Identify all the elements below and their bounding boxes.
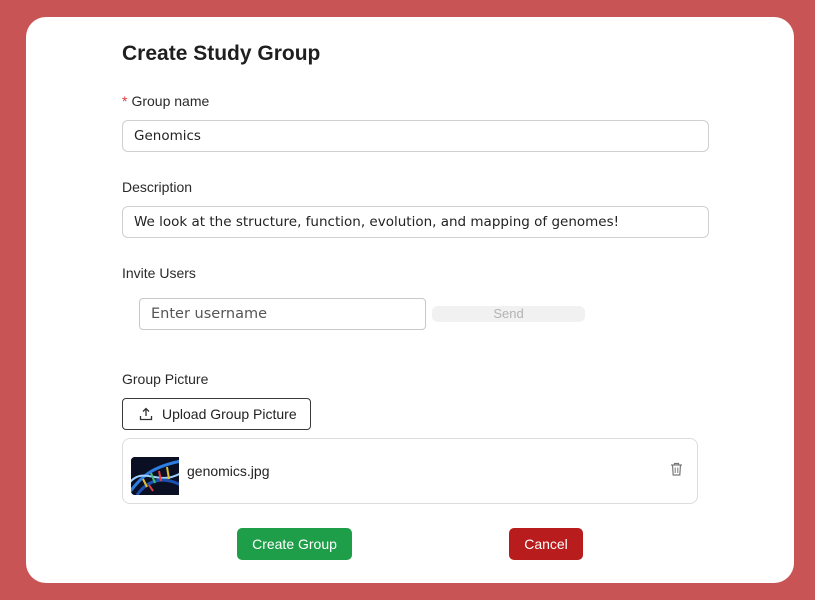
- create-study-group-dialog: Create Study Group * Group name Genomics …: [26, 17, 794, 583]
- group-name-label: * Group name: [122, 93, 209, 109]
- uploaded-file-item: genomics.jpg: [122, 438, 698, 504]
- upload-group-picture-button[interactable]: Upload Group Picture: [122, 398, 311, 430]
- send-button[interactable]: Send: [432, 306, 585, 322]
- upload-icon: [139, 407, 153, 421]
- create-group-button[interactable]: Create Group: [237, 528, 352, 560]
- dna-image: [131, 457, 179, 495]
- delete-file-button[interactable]: [670, 462, 683, 481]
- required-marker: *: [122, 93, 128, 109]
- trash-icon: [671, 462, 682, 476]
- description-label: Description: [122, 179, 193, 195]
- username-input[interactable]: [139, 298, 426, 330]
- group-name-input[interactable]: Genomics: [122, 120, 709, 152]
- group-name-label-text: Group name: [131, 93, 210, 109]
- file-name: genomics.jpg: [187, 463, 270, 479]
- file-thumbnail: [131, 457, 179, 495]
- invite-users-label: Invite Users: [122, 265, 196, 281]
- description-input[interactable]: We look at the structure, function, evol…: [122, 206, 709, 238]
- upload-button-label: Upload Group Picture: [162, 406, 297, 422]
- cancel-button[interactable]: Cancel: [509, 528, 583, 560]
- dialog-title: Create Study Group: [122, 42, 321, 65]
- group-picture-label: Group Picture: [122, 371, 209, 387]
